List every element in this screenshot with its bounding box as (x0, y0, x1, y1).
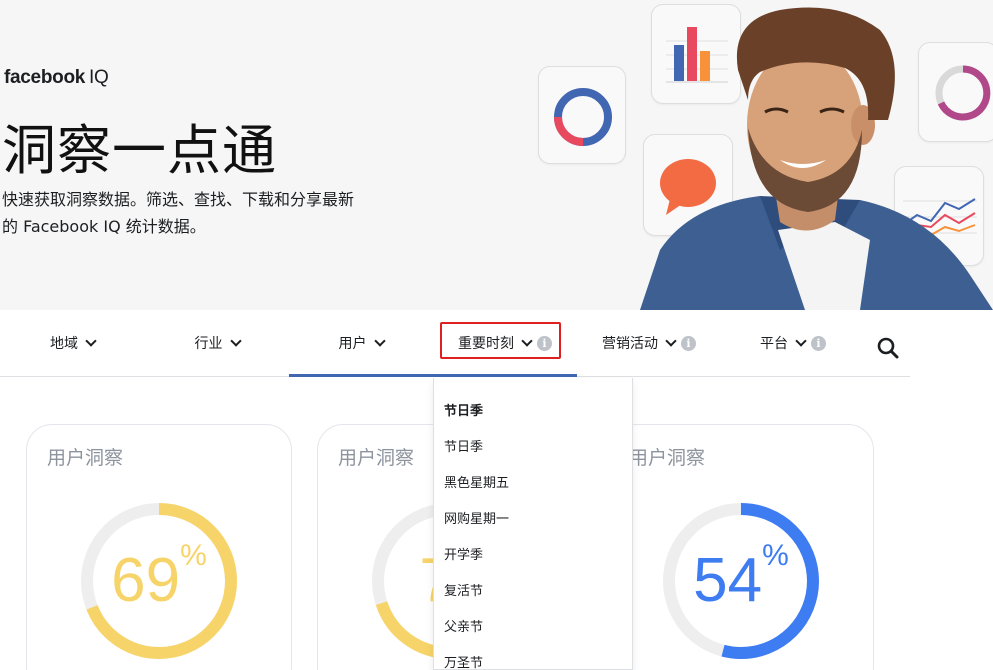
brand-name: facebook (4, 67, 86, 88)
nav-item-label: 平台 (760, 336, 788, 352)
percentage-number: 69 (111, 546, 181, 615)
nav-item-label: 用户 (338, 336, 367, 352)
selection-highlight-box (440, 322, 561, 359)
nav-item-platform[interactable]: 平台 i (721, 310, 865, 376)
percentage-value: 69% (79, 501, 239, 661)
percentage-value: 54% (661, 501, 821, 661)
card-title: 用户洞察 (47, 447, 124, 469)
key-moments-dropdown-menu: 节日季 节日季 黑色星期五 网购星期一 开学季 复活节 父亲节 万圣节 (433, 378, 633, 670)
brand-product: IQ (89, 67, 109, 88)
dropdown-item[interactable]: 开学季 (444, 544, 483, 563)
nav-item-label: 行业 (194, 336, 223, 352)
card-title: 用户洞察 (338, 447, 415, 469)
chevron-down-icon (665, 334, 677, 347)
nav-item-region[interactable]: 地域 (0, 310, 145, 376)
search-icon[interactable] (876, 336, 900, 360)
donut-chart-tile (538, 66, 626, 164)
active-tab-indicator (289, 374, 577, 377)
hero-description: 快速获取洞察数据。筛选、查找、下载和分享最新 的 Facebook IQ 统计数… (2, 186, 394, 240)
nav-item-users[interactable]: 用户 (289, 310, 433, 376)
insight-card[interactable]: 用户洞察 54% (608, 424, 874, 670)
chevron-down-icon (85, 334, 97, 347)
dropdown-group-heading: 节日季 (444, 404, 484, 419)
dropdown-item[interactable]: 复活节 (444, 580, 483, 599)
card-title: 用户洞察 (629, 447, 706, 469)
percent-sign: % (180, 539, 207, 572)
nav-item-label: 营销活动 (602, 336, 658, 352)
chevron-down-icon (229, 334, 242, 347)
dropdown-item[interactable]: 网购星期一 (444, 508, 509, 527)
nav-item-label: 地域 (50, 336, 78, 352)
page-title: 洞察一点通 (2, 119, 277, 182)
dropdown-item[interactable]: 万圣节 (444, 652, 483, 670)
info-icon[interactable]: i (681, 335, 696, 351)
nav-item-industry[interactable]: 行业 (145, 310, 289, 376)
facebook-iq-logo[interactable]: facebook IQ (4, 66, 109, 89)
nav-item-campaigns[interactable]: 营销活动 i (577, 310, 721, 376)
hero-description-line-1: 快速获取洞察数据。筛选、查找、下载和分享最新 (2, 190, 355, 209)
percentage-number: 54 (693, 546, 763, 615)
chevron-down-icon (373, 334, 386, 347)
dropdown-item[interactable]: 父亲节 (444, 616, 483, 635)
dropdown-item[interactable]: 节日季 (444, 436, 483, 455)
hero-banner: facebook IQ 洞察一点通 快速获取洞察数据。筛选、查找、下载和分享最新 … (0, 0, 993, 310)
insight-card[interactable]: 用户洞察 69% (26, 424, 292, 670)
hero-description-line-2: 的 Facebook IQ 统计数据。 (2, 217, 206, 236)
chevron-down-icon (795, 334, 807, 347)
donut-chart-icon (554, 88, 612, 146)
percent-sign: % (762, 539, 789, 572)
info-icon[interactable]: i (811, 335, 826, 351)
dropdown-item[interactable]: 黑色星期五 (444, 472, 509, 491)
person-illustration (640, 7, 993, 310)
